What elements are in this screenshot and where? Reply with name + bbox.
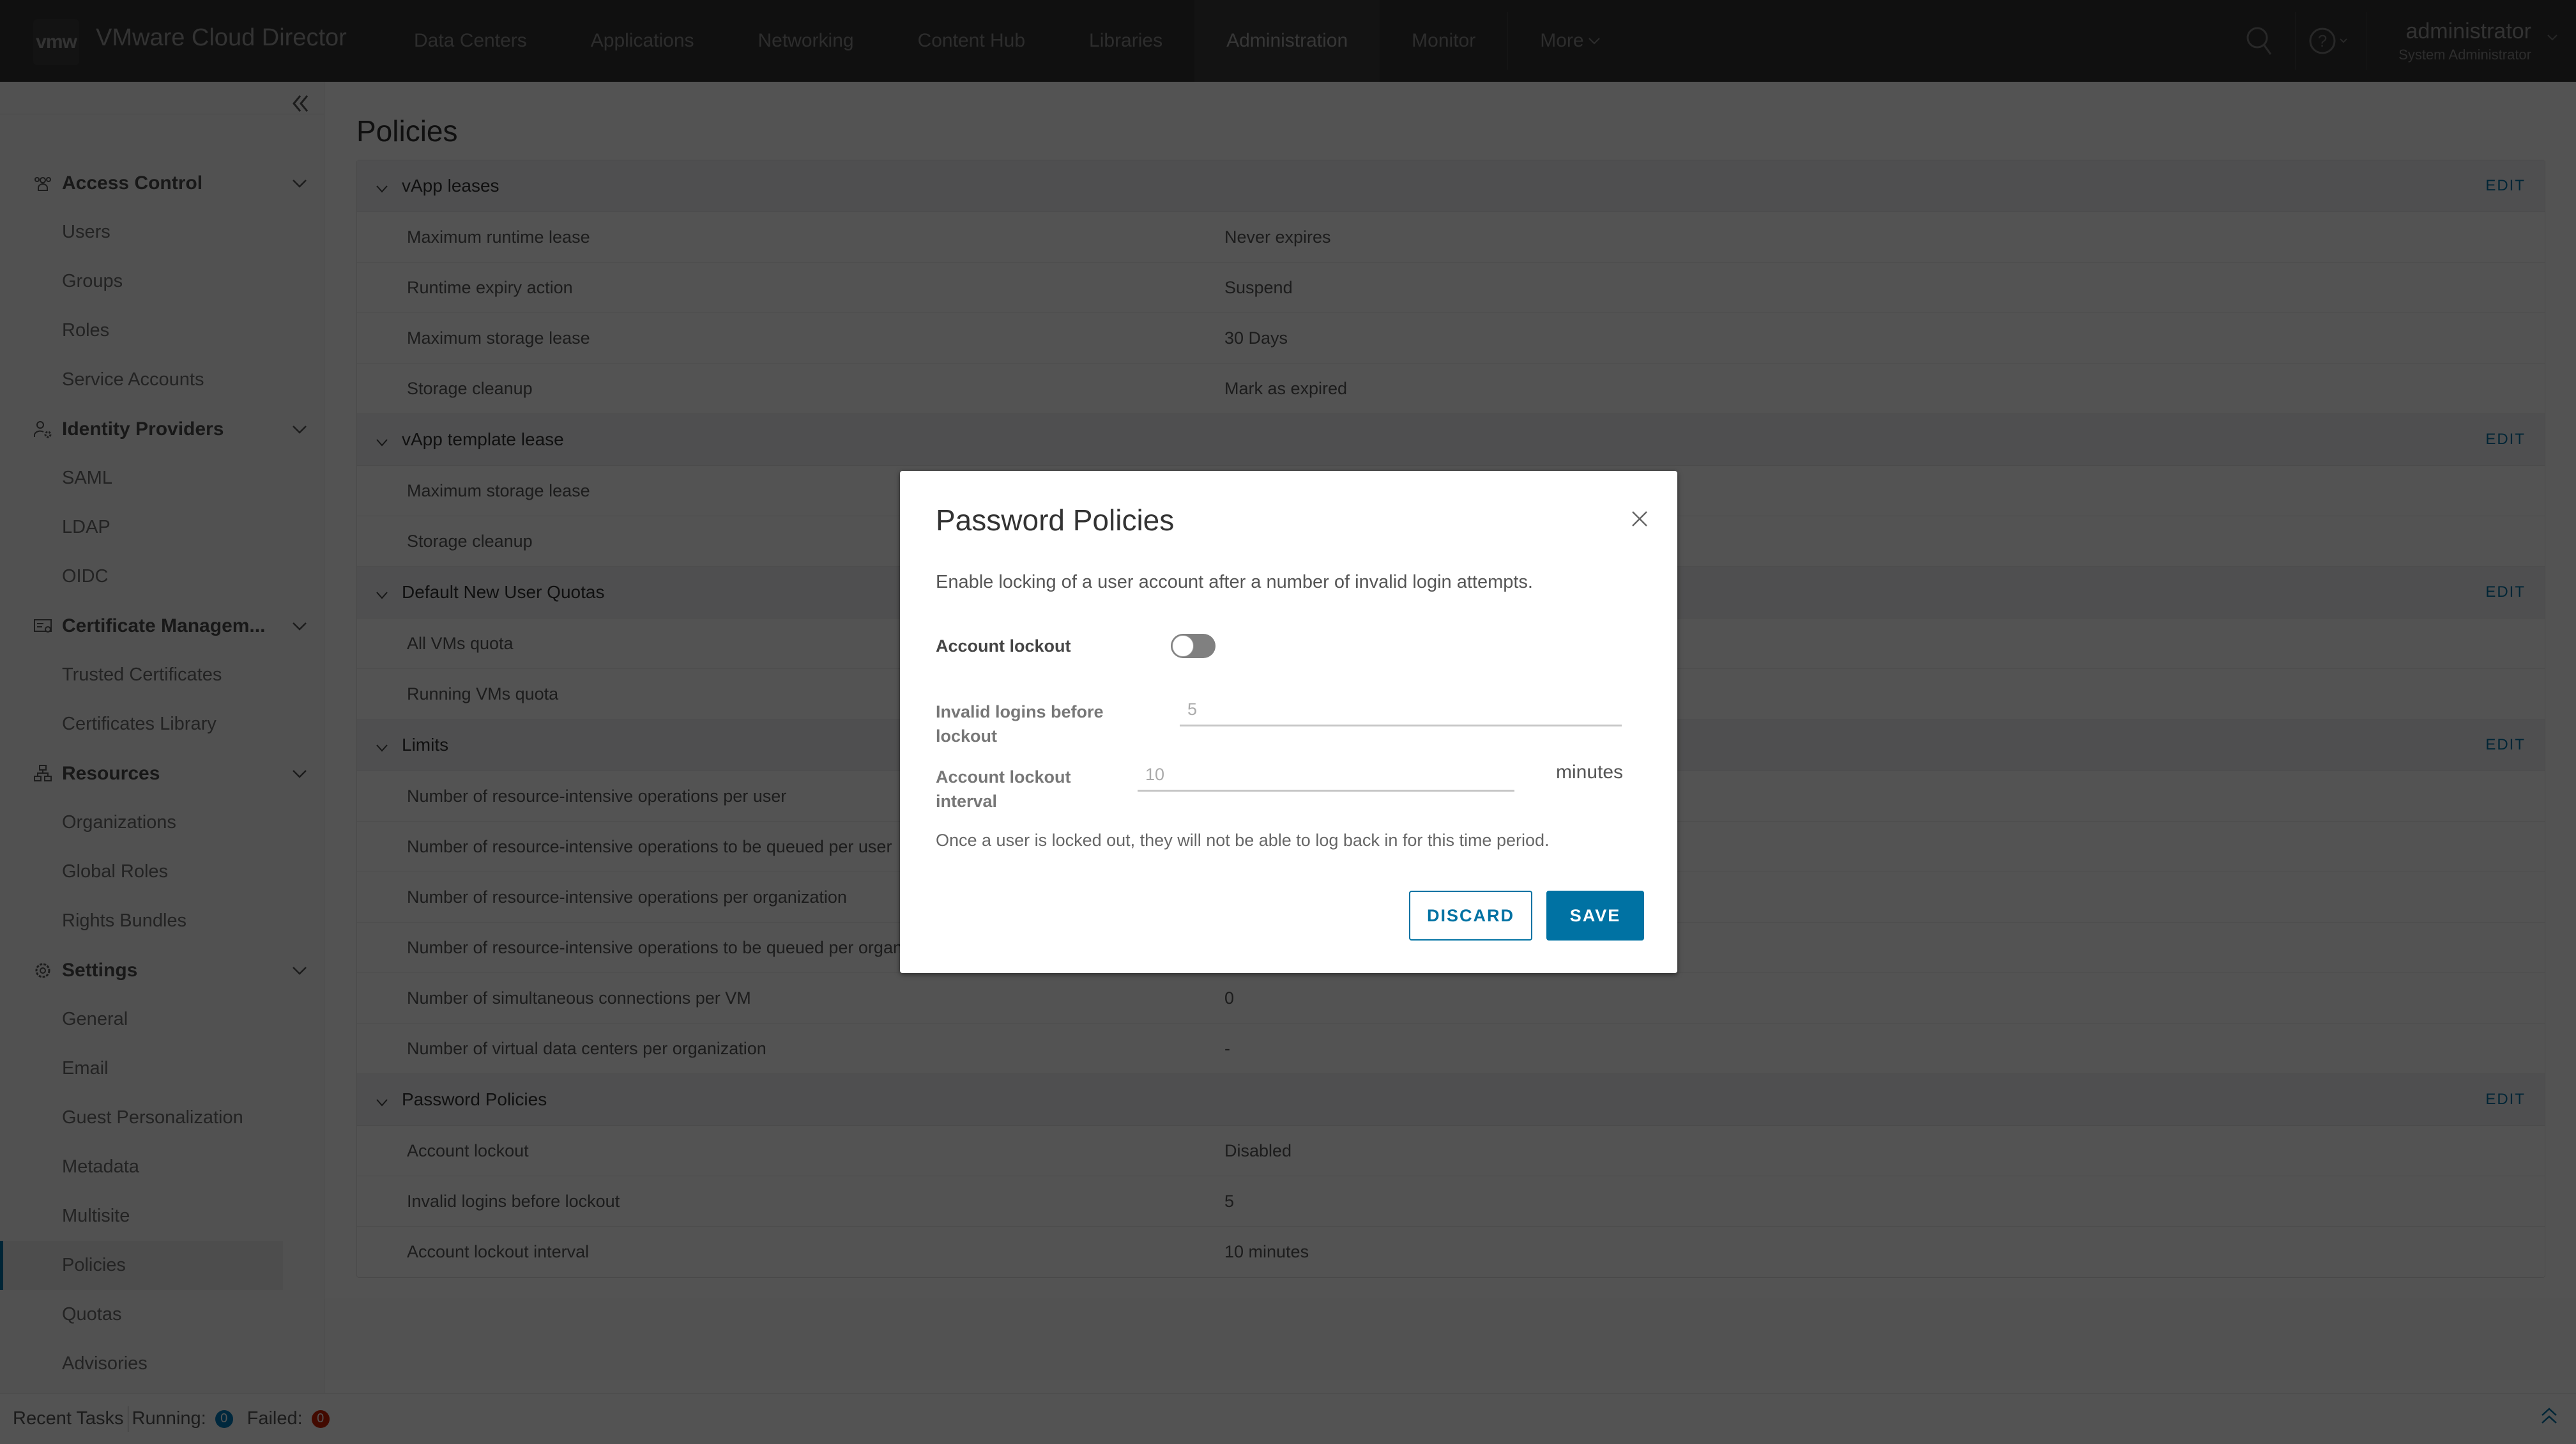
- save-button[interactable]: SAVE: [1546, 891, 1644, 941]
- lockout-interval-label-line1: Account lockout: [936, 767, 1071, 787]
- invalid-logins-label-line2: lockout: [936, 726, 998, 746]
- invalid-logins-label-line1: Invalid logins before: [936, 702, 1104, 721]
- dialog-title: Password Policies: [936, 503, 1175, 537]
- account-lockout-toggle[interactable]: [1171, 634, 1216, 658]
- lockout-interval-label-line2: interval: [936, 792, 998, 811]
- lockout-interval-unit: minutes: [1556, 762, 1624, 783]
- toggle-knob: [1172, 635, 1194, 657]
- lockout-interval-input[interactable]: [1138, 760, 1514, 792]
- invalid-logins-label: Invalid logins before lockout: [936, 700, 1104, 748]
- lockout-hint: Once a user is locked out, they will not…: [936, 831, 1550, 850]
- lockout-interval-label: Account lockout interval: [936, 765, 1071, 813]
- dialog-description: Enable locking of a user account after a…: [936, 572, 1533, 592]
- account-lockout-label: Account lockout: [936, 636, 1071, 656]
- invalid-logins-input[interactable]: [1180, 695, 1622, 726]
- close-icon[interactable]: [1629, 508, 1650, 530]
- discard-button[interactable]: DISCARD: [1409, 891, 1532, 941]
- password-policies-dialog: Password Policies Enable locking of a us…: [900, 471, 1677, 973]
